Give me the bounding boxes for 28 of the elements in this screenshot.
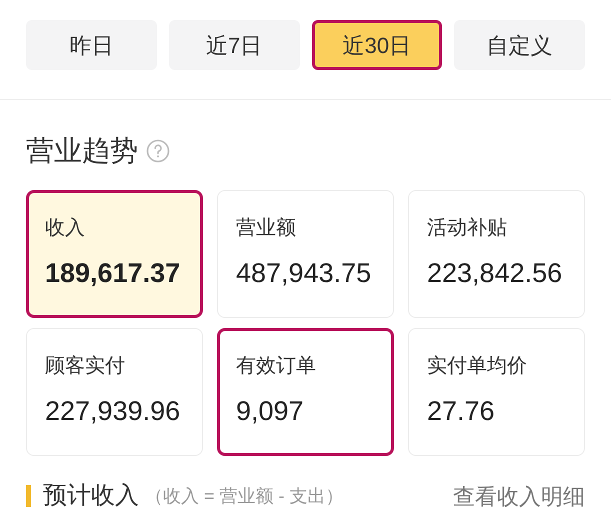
metric-card[interactable]: 实付单均价 27.76: [408, 328, 585, 456]
period-tab[interactable]: 昨日: [26, 20, 157, 70]
metric-card[interactable]: 有效订单 9,097: [217, 328, 394, 456]
metric-label: 活动补贴: [427, 216, 508, 241]
metric-label: 营业额: [236, 216, 297, 241]
metric-value: 227,939.96: [45, 395, 182, 428]
metric-label: 顾客实付: [45, 354, 126, 379]
formula-note: （收入 = 营业额 - 支出）: [145, 484, 344, 508]
metric-label: 收入: [45, 216, 86, 241]
metric-card[interactable]: 收入 189,617.37: [26, 190, 203, 318]
period-tab[interactable]: 近7日: [168, 20, 300, 70]
metric-value: 487,943.75: [236, 257, 372, 290]
metric-label: 有效订单: [236, 354, 317, 379]
footer-title: 预计收入: [43, 481, 139, 511]
metric-value: 27.76: [427, 395, 496, 428]
help-icon[interactable]: [146, 139, 170, 163]
metric-value: 223,842.56: [427, 257, 564, 290]
metric-value: 9,097: [236, 395, 305, 428]
metric-label: 实付单均价: [427, 354, 528, 379]
metric-card[interactable]: 顾客实付 227,939.96: [26, 328, 203, 456]
detail-link[interactable]: 查看收入明细: [453, 480, 585, 512]
period-tab[interactable]: 自定义: [454, 20, 585, 70]
metric-card[interactable]: 活动补贴 223,842.56: [408, 190, 585, 318]
section-title: 营业趋势: [26, 134, 138, 168]
metric-value: 189,617.37: [45, 257, 182, 290]
metric-card[interactable]: 营业额 487,943.75: [217, 190, 394, 318]
accent-bar: [26, 485, 31, 507]
period-tab[interactable]: 近30日: [312, 20, 442, 70]
